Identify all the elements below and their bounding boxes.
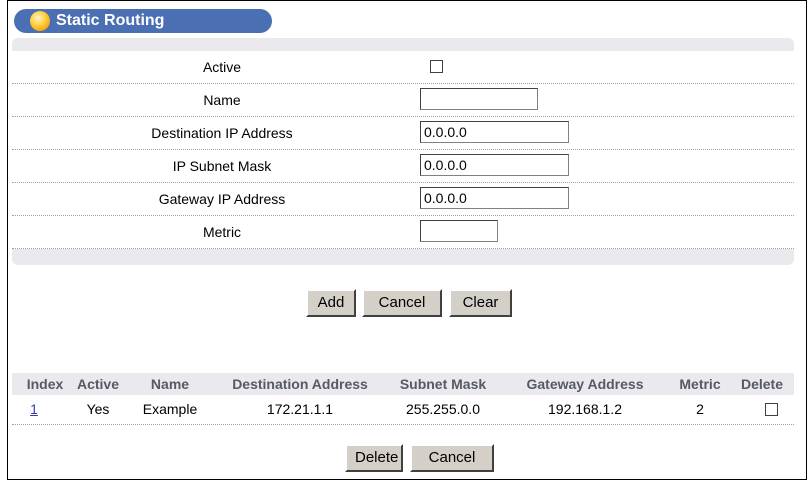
route-form: Active Name Destination IP Address IP Su… [12,51,794,249]
col-gateway: Gateway Address [526,376,644,392]
metric-input[interactable] [420,220,498,242]
destination-ip-input[interactable] [420,121,569,143]
route-table-header: Index Active Name Destination Address Su… [12,373,794,395]
col-delete: Delete [740,376,784,392]
name-label: Name [203,92,241,108]
row-subnet-mask: 255.255.0.0 [406,401,480,417]
col-subnet-mask: Subnet Mask [399,376,487,392]
row-index-link[interactable]: 1 [22,401,46,417]
subnet-mask-row: IP Subnet Mask [12,150,794,183]
metric-row: Metric [12,216,794,249]
row-metric: 2 [696,401,704,417]
active-row: Active [12,51,794,84]
name-input[interactable] [420,88,538,110]
page-title: Static Routing [56,12,165,29]
gateway-label: Gateway IP Address [158,191,286,207]
active-checkbox[interactable] [430,60,443,73]
row-delete-checkbox[interactable] [764,403,778,416]
gateway-row: Gateway IP Address [12,183,794,216]
col-active: Active [76,376,120,392]
row-gateway: 192.168.1.2 [548,401,622,417]
col-name: Name [150,376,190,392]
section-title-bar: Static Routing [14,9,272,33]
row-active: Yes [86,401,110,417]
col-index: Index [26,376,64,392]
col-metric: Metric [679,376,721,392]
table-row: 1 Yes Example 172.21.1.1 255.255.0.0 192… [12,397,794,425]
metric-label: Metric [202,224,242,240]
name-row: Name [12,84,794,117]
clear-button[interactable]: Clear [449,289,512,317]
gateway-ip-input[interactable] [420,187,569,209]
subnet-mask-label: IP Subnet Mask [172,158,272,174]
active-label: Active [202,59,242,75]
table-cancel-button[interactable]: Cancel [410,444,494,472]
row-destination: 172.21.1.1 [266,401,334,417]
delete-button[interactable]: Delete [345,444,403,472]
destination-label: Destination IP Address [151,125,293,141]
destination-row: Destination IP Address [12,117,794,150]
row-name: Example [142,401,198,417]
subnet-mask-input[interactable] [420,154,569,176]
add-button[interactable]: Add [306,289,356,317]
cancel-button[interactable]: Cancel [362,289,442,317]
orb-icon [30,11,50,31]
col-destination: Destination Address [232,376,368,392]
